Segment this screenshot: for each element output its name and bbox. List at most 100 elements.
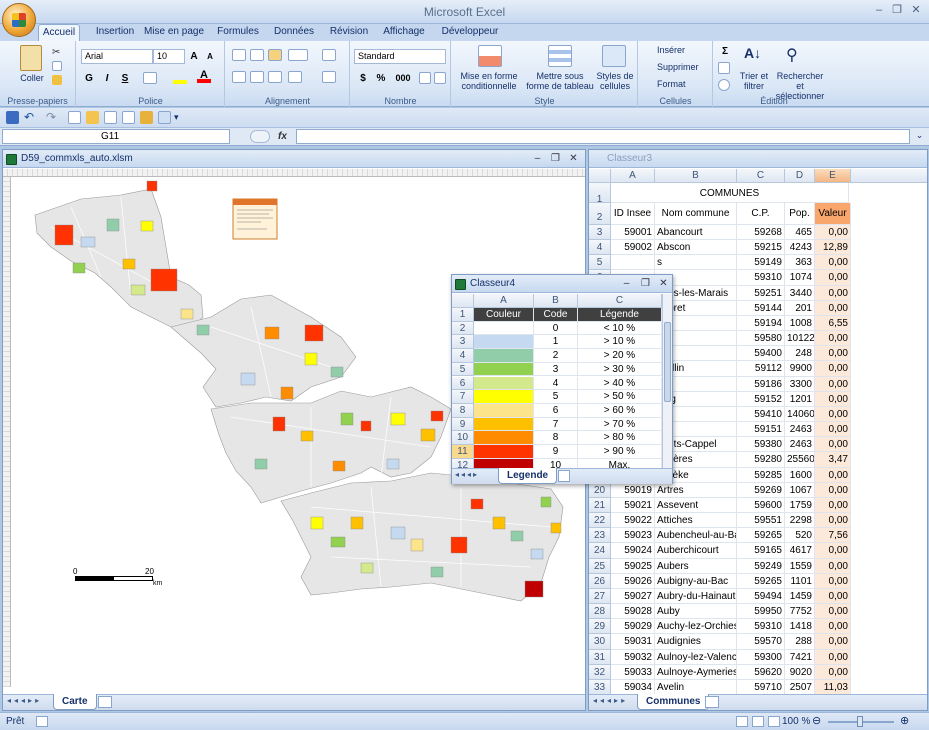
table-cell[interactable]: 59002 [611,240,655,256]
table-cell[interactable]: 1101 [785,573,815,589]
align-top-icon[interactable] [232,49,246,61]
copy-icon[interactable] [52,61,62,71]
table-cell[interactable]: 520 [785,528,815,544]
row-header[interactable]: 33 [589,679,611,695]
legend-vscroll[interactable] [662,294,672,469]
sum-icon[interactable]: Σ [718,44,732,59]
table-cell[interactable]: 14060 [785,406,815,423]
zoom-slider-thumb[interactable] [857,716,863,727]
tab-7[interactable]: Développeur [440,24,500,41]
table-cell[interactable]: 59285 [737,467,785,483]
table-cell[interactable]: 0,00 [815,391,851,407]
row-header[interactable]: 27 [589,588,611,605]
row-header[interactable]: 1 [589,183,611,205]
row-header[interactable]: 3 [452,335,474,350]
table-cell[interactable]: Aubencheul-au-Bac [655,528,737,544]
sort-filter-button[interactable]: Trier et filtrer [736,71,772,91]
number-format-combo[interactable]: Standard [354,49,446,64]
legend-code[interactable]: 1 [534,335,578,350]
row-header[interactable]: 3 [589,225,611,241]
tab-0[interactable]: Accueil [38,24,80,42]
zoom-in-icon[interactable]: ⊕ [900,713,909,730]
legend-grid[interactable]: A B C 1 Couleur Code Légende 2 0 < 10 % 3 1 > 10 % 4 2… [452,294,662,469]
tab-4[interactable]: Données [272,24,316,41]
table-cell[interactable]: 0,00 [815,255,851,271]
sheet-nav-arrows[interactable]: ◂◂◂▸ [455,470,479,479]
table-cell[interactable]: 2298 [785,513,815,529]
table-cell[interactable]: 59023 [611,528,655,544]
sheet-nav-arrows[interactable]: ◂◂◂▸▸ [593,696,628,705]
legend-code[interactable]: 6 [534,403,578,418]
save-icon[interactable] [6,111,19,124]
column-header[interactable]: C [578,294,662,308]
table-cell[interactable]: 59380 [737,437,785,453]
insert-function-button[interactable]: fx [278,129,292,144]
grow-font-icon[interactable]: A [187,49,201,64]
table-cell[interactable]: 3,47 [815,452,851,468]
table-cell[interactable]: Abancourt [655,225,737,241]
italic-button[interactable]: I [100,71,114,86]
decrease-decimal-icon[interactable] [434,72,446,84]
table-cell[interactable]: 0,00 [815,467,851,483]
table-cell[interactable]: 59027 [611,588,655,605]
table-cell[interactable]: 0,00 [815,422,851,438]
expand-formula-icon[interactable]: ⌄ [913,130,926,144]
table-cell[interactable]: 0,00 [815,376,851,392]
table-cell[interactable]: 0,00 [815,664,851,680]
clear-icon[interactable] [718,79,730,91]
column-header[interactable]: D [785,169,815,183]
legend-code[interactable]: 3 [534,362,578,377]
table-cell[interactable]: 59186 [737,376,785,392]
table-cell[interactable]: 59026 [611,573,655,589]
column-header[interactable]: A [474,294,534,308]
table-cell[interactable]: 59112 [737,361,785,377]
formula-expand-handle[interactable] [250,130,270,143]
table-cell[interactable]: 59620 [737,664,785,680]
table-cell[interactable]: 9020 [785,664,815,680]
column-header[interactable]: B [534,294,578,308]
name-box[interactable]: G11 [2,129,230,144]
underline-button[interactable]: S [118,71,132,86]
currency-icon[interactable]: $ [355,71,371,86]
row-header[interactable]: 24 [589,543,611,559]
page-layout-icon[interactable] [752,716,764,727]
table-cell[interactable]: 0,00 [815,543,851,559]
row-header[interactable]: 28 [589,604,611,620]
table-cell[interactable]: 0,00 [815,331,851,347]
table-cell[interactable]: 59033 [611,664,655,680]
undo-icon[interactable]: ↶ [24,111,37,124]
table-cell[interactable]: 59300 [737,649,785,665]
table-cell[interactable]: Aubry-du-Hainaut [655,588,737,605]
table-cell[interactable]: 0,00 [815,588,851,605]
sheet-tab-carte[interactable]: Carte [53,694,97,710]
row-header[interactable]: 29 [589,619,611,635]
row-header[interactable]: 20 [589,482,611,498]
legend-color-swatch[interactable] [474,403,534,418]
legend-color-swatch[interactable] [474,417,534,432]
minimize-icon[interactable]: – [872,3,886,17]
insert-sheet-icon[interactable] [558,470,570,482]
table-cell[interactable]: 59265 [737,573,785,589]
tab-1[interactable]: Insertion [92,24,138,41]
font-size-combo[interactable]: 10 [153,49,185,64]
column-header[interactable]: A [611,169,655,183]
table-cell[interactable]: 59028 [611,604,655,620]
format-cells-button[interactable]: Format [643,79,709,89]
row-header[interactable]: 31 [589,649,611,665]
table-cell[interactable]: 3300 [785,376,815,392]
table-cell[interactable]: 1074 [785,270,815,286]
legend-code[interactable]: 2 [534,349,578,363]
table-cell[interactable]: 6,55 [815,315,851,332]
restore-icon[interactable]: ❐ [890,3,904,17]
macro-record-icon[interactable] [36,716,48,727]
row-header[interactable]: 4 [452,349,474,363]
table-cell[interactable]: 59029 [611,619,655,635]
legend-label[interactable]: > 60 % [578,403,662,418]
table-cell[interactable]: s [655,255,737,271]
legend-color-swatch[interactable] [474,335,534,350]
table-cell[interactable]: 59600 [737,497,785,514]
zoom-out-icon[interactable]: ⊖ [812,713,821,730]
align-middle-icon[interactable] [250,49,264,61]
formula-input[interactable] [296,129,910,144]
align-right-icon[interactable] [268,71,282,83]
